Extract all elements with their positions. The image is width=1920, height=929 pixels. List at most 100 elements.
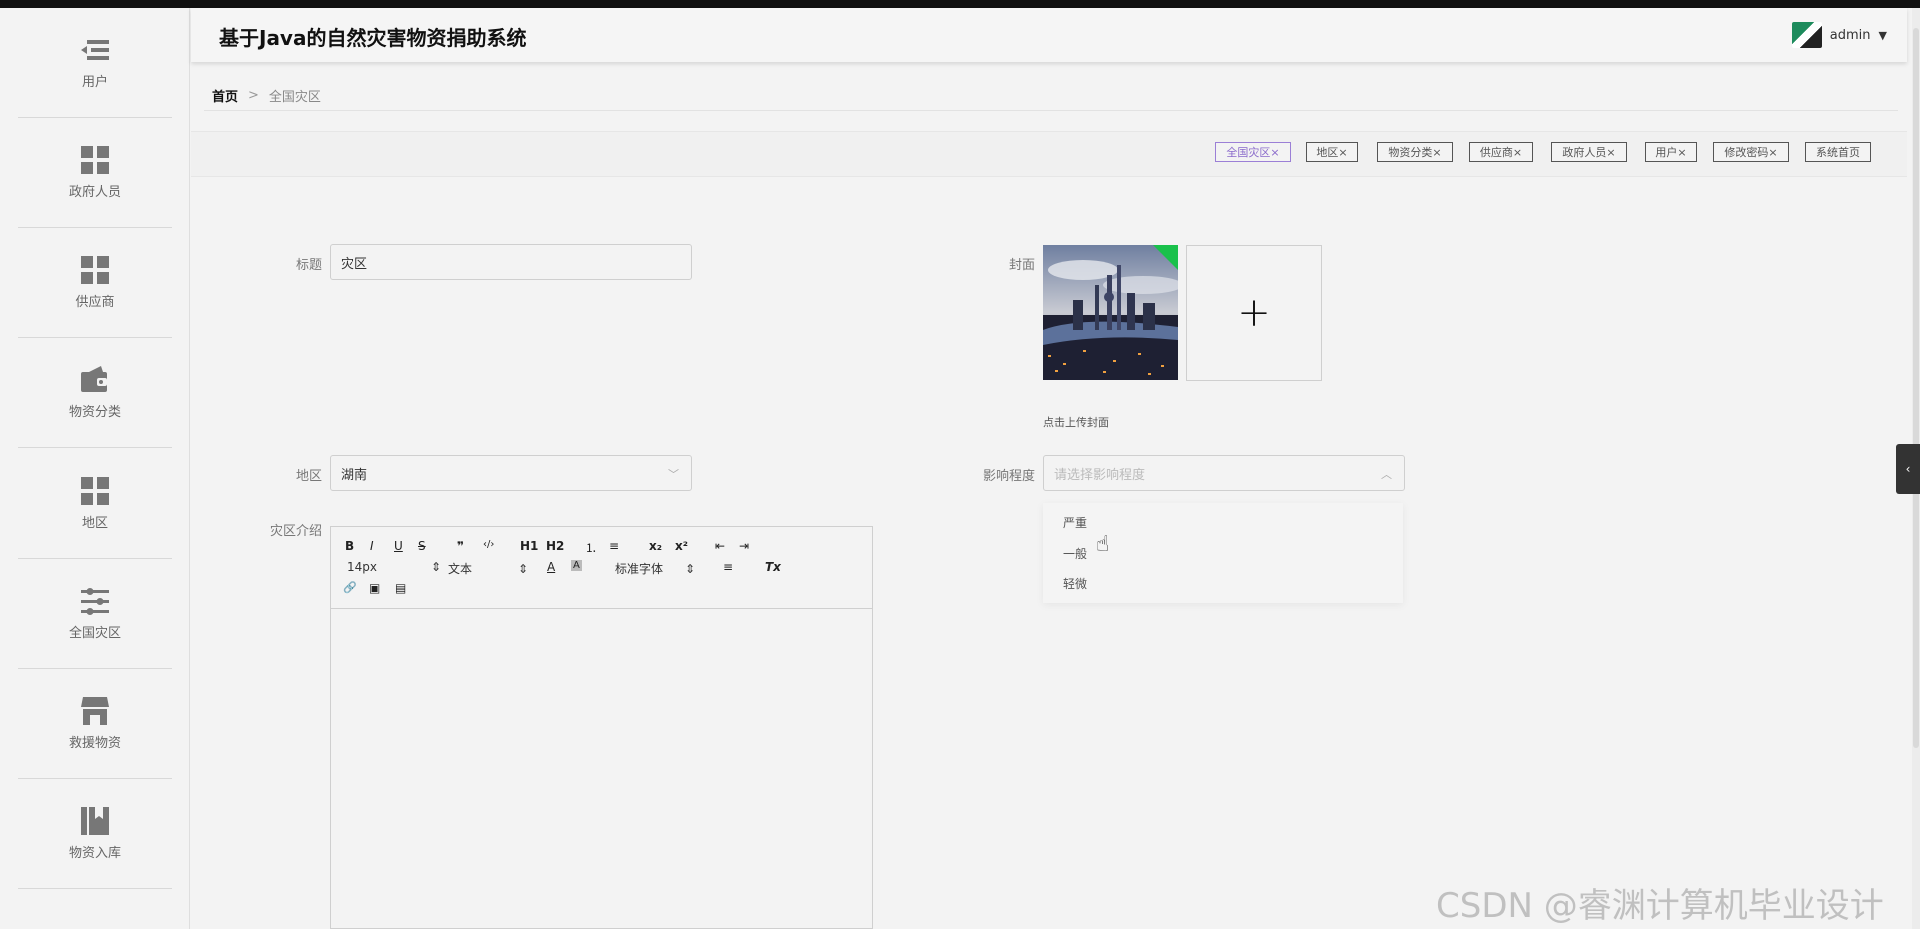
- link-button[interactable]: 🔗: [343, 581, 357, 594]
- tag-label: 地区: [1316, 146, 1339, 159]
- title-input[interactable]: 灾区: [330, 244, 692, 280]
- italic-button[interactable]: I: [370, 539, 374, 553]
- sidebar-item-region[interactable]: 地区: [18, 449, 172, 559]
- user-menu[interactable]: admin ▼: [1791, 22, 1887, 48]
- hand-cursor-icon: ☝: [1096, 532, 1110, 557]
- heading-select[interactable]: 文本 ⇕: [448, 560, 528, 577]
- book-icon: [80, 806, 110, 836]
- font-size-select[interactable]: 14px ⇕: [347, 560, 441, 574]
- code-button[interactable]: ‹/›: [483, 539, 494, 550]
- sidebar-item-material-category[interactable]: 物资分类: [18, 338, 172, 448]
- sidebar-item-disaster-areas[interactable]: 全国灾区: [18, 559, 172, 669]
- sidebar-item-label: 用户: [81, 75, 108, 90]
- tag-system-home[interactable]: 系统首页: [1805, 142, 1871, 162]
- collapse-panel-button[interactable]: ‹: [1896, 444, 1920, 494]
- tag-material-category[interactable]: 物资分类 ×: [1377, 142, 1453, 162]
- subscript-button[interactable]: x₂: [649, 539, 662, 553]
- close-icon[interactable]: ×: [1513, 146, 1522, 159]
- sidebar-item-label: 全国灾区: [68, 626, 121, 641]
- video-button[interactable]: ▤: [395, 581, 406, 595]
- close-icon[interactable]: ×: [1270, 146, 1279, 159]
- close-icon[interactable]: ×: [1768, 146, 1777, 159]
- tag-label: 政府人员: [1562, 146, 1607, 159]
- sidebar-item-label: 物资入库: [68, 846, 121, 861]
- strike-button[interactable]: S: [418, 539, 426, 553]
- avatar: [1791, 22, 1822, 48]
- close-icon[interactable]: ×: [1606, 146, 1615, 159]
- tag-government-staff[interactable]: 政府人员 ×: [1551, 142, 1627, 162]
- close-icon[interactable]: ×: [1677, 146, 1686, 159]
- wallet-icon: [80, 365, 110, 395]
- tag-label: 用户: [1655, 146, 1678, 159]
- watermark: CSDN @睿渊计算机毕业设计: [1436, 886, 1884, 926]
- heading1-button[interactable]: H1: [520, 539, 538, 553]
- tag-region[interactable]: 地区 ×: [1306, 142, 1358, 162]
- region-select[interactable]: 湖南 ﹀: [330, 455, 692, 491]
- chevron-up-icon: ︿: [1381, 468, 1392, 481]
- tag-suppliers[interactable]: 供应商 ×: [1469, 142, 1533, 162]
- select-arrows-icon: ⇕: [518, 562, 529, 576]
- scrollbar-thumb[interactable]: [1913, 28, 1919, 748]
- tag-change-password[interactable]: 修改密码 ×: [1713, 142, 1789, 162]
- font-color-button[interactable]: A: [547, 560, 555, 574]
- sidebar-item-users[interactable]: 用户: [18, 8, 172, 118]
- plus-icon: +: [1237, 290, 1271, 336]
- caret-down-icon: ▼: [1878, 28, 1887, 42]
- outdent-button[interactable]: ⇤: [715, 539, 725, 553]
- chevron-left-icon: ‹: [1905, 462, 1911, 476]
- impact-select[interactable]: 请选择影响程度 ︿: [1043, 455, 1405, 491]
- image-button[interactable]: ▣: [369, 581, 380, 595]
- impact-option-moderate[interactable]: 一般: [1063, 545, 1087, 562]
- grid-icon: [80, 476, 110, 506]
- sidebar-item-label: 救援物资: [68, 736, 121, 751]
- close-icon[interactable]: ×: [1432, 146, 1441, 159]
- tag-users[interactable]: 用户 ×: [1645, 142, 1697, 162]
- breadcrumb-separator: >: [248, 88, 259, 103]
- tags-bar: 全国灾区 × 地区 × 物资分类 × 供应商 × 政府人员 × 用户 × 修改密码 × 系统首…: [191, 131, 1907, 177]
- intro-label: 灾区介绍: [269, 524, 322, 539]
- tag-disaster-areas[interactable]: 全国灾区 ×: [1215, 142, 1291, 162]
- ordered-list-button[interactable]: ⒈: [585, 539, 597, 556]
- tag-label: 全国灾区: [1226, 146, 1271, 159]
- upload-cover-button[interactable]: +: [1186, 245, 1322, 381]
- app-title: 基于Java的自然灾害物资捐助系统: [219, 26, 527, 50]
- grid-icon: [80, 255, 110, 285]
- title-label: 标题: [295, 258, 322, 273]
- sidebar-item-government-staff[interactable]: 政府人员: [18, 118, 172, 228]
- heading2-button[interactable]: H2: [546, 539, 564, 553]
- font-family-select[interactable]: 标准字体 ⇕: [615, 560, 695, 577]
- close-icon[interactable]: ×: [1338, 146, 1347, 159]
- impact-select-placeholder: 请选择影响程度: [1054, 467, 1146, 483]
- tag-label: 供应商: [1479, 146, 1513, 159]
- tag-label: 修改密码: [1724, 146, 1769, 159]
- bold-button[interactable]: B: [345, 539, 354, 553]
- chevron-down-icon: ﹀: [668, 468, 679, 481]
- underline-button[interactable]: U: [394, 539, 403, 553]
- bullet-list-button[interactable]: ≡: [609, 539, 619, 553]
- breadcrumb-home[interactable]: 首页: [212, 86, 238, 105]
- clear-format-button[interactable]: Tx: [765, 560, 781, 574]
- impact-option-severe[interactable]: 严重: [1063, 514, 1087, 531]
- sidebar: 用户 政府人员 供应商 物资分类 地区 全国灾区 救援物资 物资入库: [0, 8, 190, 929]
- region-select-value: 湖南: [341, 467, 368, 483]
- sliders-icon: [80, 586, 110, 616]
- editor-content-area[interactable]: [331, 609, 872, 929]
- sidebar-item-label: 政府人员: [68, 185, 121, 200]
- tag-label: 物资分类: [1388, 146, 1433, 159]
- sidebar-item-material-storage[interactable]: 物资入库: [18, 779, 172, 889]
- superscript-button[interactable]: x²: [675, 539, 688, 553]
- background-color-button[interactable]: A: [571, 560, 582, 571]
- select-arrows-icon: ⇕: [685, 562, 696, 576]
- cover-thumbnail[interactable]: [1043, 245, 1178, 380]
- sidebar-item-label: 地区: [81, 516, 108, 531]
- sidebar-item-suppliers[interactable]: 供应商: [18, 228, 172, 338]
- sidebar-item-relief-materials[interactable]: 救援物资: [18, 669, 172, 779]
- title-input-value: 灾区: [341, 256, 368, 272]
- heading-value: 文本: [448, 562, 473, 576]
- indent-button[interactable]: ⇥: [739, 539, 749, 553]
- breadcrumb-current: 全国灾区: [268, 90, 321, 105]
- align-button[interactable]: ≡: [723, 560, 733, 574]
- header: 基于Java的自然灾害物资捐助系统 admin ▼: [191, 8, 1907, 62]
- impact-option-minor[interactable]: 轻微: [1063, 575, 1087, 592]
- blockquote-button[interactable]: ❞: [457, 539, 464, 553]
